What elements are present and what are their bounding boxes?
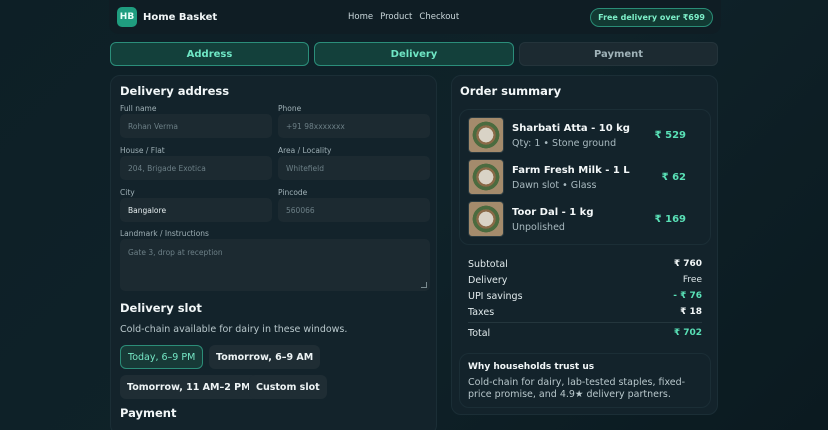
order-summary-panel: Order summary Sharbati Atta - 10 kg Qty:… [451,75,718,415]
full-name-label: Full name [120,104,157,113]
delivery-row: Delivery Free [468,275,702,286]
nav-home[interactable]: Home [348,12,373,22]
subtotal-row: Subtotal ₹ 760 [468,259,702,270]
tab-delivery[interactable]: Delivery [314,42,514,66]
phone-label: Phone [278,104,302,113]
item-name: Toor Dal - 1 kg [512,207,594,218]
free-delivery-badge: Free delivery over ₹699 [590,8,713,27]
landmark-textarea[interactable]: Gate 3, drop at reception [120,239,430,291]
divider [468,322,702,323]
upi-row: UPI savings - ₹ 76 [468,291,702,302]
slot-tomorrow-morning[interactable]: Tomorrow, 6–9 AM [209,345,321,369]
payment-title: Payment [120,406,177,420]
delivery-address-title: Delivery address [120,84,230,98]
landmark-placeholder: Gate 3, drop at reception [128,248,223,257]
delivery-slot-title: Delivery slot [120,301,202,315]
total-label: Total [468,328,491,339]
city-label: City [120,188,135,197]
product-image [468,201,504,237]
resize-handle-icon[interactable] [421,282,427,288]
slot-custom[interactable]: Custom slot [249,375,327,399]
total-value: ₹ 702 [673,328,702,338]
item-price: ₹ 169 [654,214,686,225]
list-item[interactable]: Toor Dal - 1 kg Unpolished ₹ 169 [460,198,696,237]
subtotal-value: ₹ 760 [673,259,702,269]
list-item[interactable]: Farm Fresh Milk - 1 L Dawn slot • Glass … [460,156,696,195]
subtotal-label: Subtotal [468,259,508,270]
total-row: Total ₹ 702 [468,328,702,339]
trust-text: Cold-chain for dairy, lab-tested staples… [468,377,686,400]
taxes-row: Taxes ₹ 18 [468,307,702,318]
tab-payment[interactable]: Payment [519,42,718,66]
address-panel: Delivery address Full name Rohan Verma P… [110,75,437,430]
order-summary-title: Order summary [460,84,562,98]
taxes-value: ₹ 18 [680,307,702,317]
item-sub: Qty: 1 • Stone ground [512,138,617,149]
item-sub: Dawn slot • Glass [512,180,597,191]
nav-checkout[interactable]: Checkout [419,12,459,22]
delivery-value: Free [682,275,702,285]
item-name: Sharbati Atta - 10 kg [512,123,630,134]
item-sub: Unpolished [512,222,565,233]
landmark-label: Landmark / Instructions [120,229,209,238]
pincode-label: Pincode [278,188,308,197]
house-field[interactable]: 204, Brigade Exotica [120,156,272,180]
product-image [468,117,504,153]
house-label: House / Flat [120,146,165,155]
main-nav: Home Product Checkout [348,12,459,22]
item-price: ₹ 62 [661,172,686,183]
slot-note: Cold-chain available for dairy in these … [120,324,348,335]
upi-label: UPI savings [468,291,523,302]
item-price: ₹ 529 [654,130,686,141]
full-name-field[interactable]: Rohan Verma [120,114,272,138]
area-label: Area / Locality [278,146,332,155]
items-list: Sharbati Atta - 10 kg Qty: 1 • Stone gro… [459,109,711,245]
product-image [468,159,504,195]
slot-today-evening[interactable]: Today, 6–9 PM [120,345,204,369]
brand-name[interactable]: Home Basket [143,12,217,23]
area-field[interactable]: Whitefield [278,156,430,180]
upi-value: - ₹ 76 [673,291,702,301]
slot-tomorrow-midday[interactable]: Tomorrow, 11 AM–2 PM [120,375,258,399]
taxes-label: Taxes [468,307,495,318]
item-name: Farm Fresh Milk - 1 L [512,165,630,176]
brand-logo[interactable]: HB [117,7,137,27]
city-field[interactable]: Bangalore [120,198,272,222]
tab-address[interactable]: Address [110,42,309,66]
pincode-field[interactable]: 560066 [278,198,430,222]
trust-card: Why households trust us Cold-chain for d… [459,353,711,408]
list-item[interactable]: Sharbati Atta - 10 kg Qty: 1 • Stone gro… [460,114,696,153]
delivery-label: Delivery [468,275,508,286]
phone-field[interactable]: +91 98xxxxxxx [278,114,430,138]
top-bar: HB Home Basket Home Product Checkout Fre… [109,0,721,34]
trust-title: Why households trust us [468,362,595,372]
nav-product[interactable]: Product [380,12,412,22]
